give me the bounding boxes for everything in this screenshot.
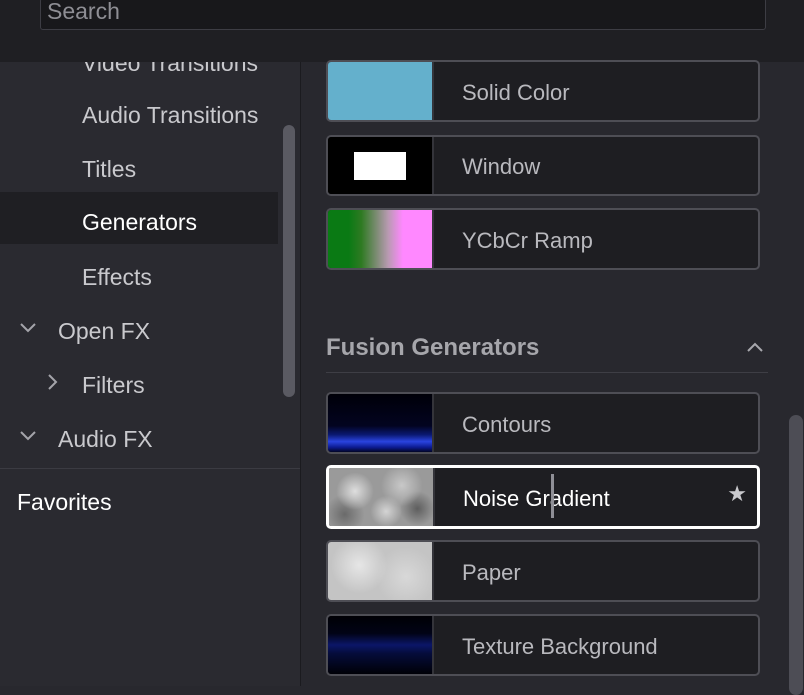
item-label: Solid Color <box>462 80 570 105</box>
item-label: Texture Background <box>462 634 658 659</box>
sidebar-item-effects[interactable]: Effects <box>0 252 278 304</box>
chevron-down-icon[interactable] <box>19 427 37 445</box>
section-title: Fusion Generators <box>326 334 540 361</box>
sidebar-item-titles[interactable]: Titles <box>0 144 278 196</box>
sidebar-item-label: Audio Transitions <box>82 102 259 128</box>
search-input[interactable]: Search <box>40 0 766 30</box>
chevron-down-icon[interactable] <box>19 319 37 337</box>
list-item-ycbcr-ramp[interactable]: YCbCr Ramp <box>326 208 760 270</box>
ycbcr-ramp-thumbnail <box>328 210 434 268</box>
main-scrollbar[interactable] <box>789 415 803 695</box>
list-item-solid-color[interactable]: Solid Color <box>326 60 760 122</box>
item-label: YCbCr Ramp <box>462 228 593 253</box>
text-cursor <box>551 474 554 518</box>
chevron-up-icon[interactable] <box>744 336 766 358</box>
item-label: Window <box>462 154 541 179</box>
star-icon[interactable]: ★ <box>727 481 747 507</box>
list-item-noise-gradient[interactable]: Noise Gradient ★ <box>326 465 760 529</box>
sidebar-item-label: Audio FX <box>58 426 153 452</box>
top-bar: Search <box>0 0 804 62</box>
sidebar-item-audio-fx[interactable]: Audio FX <box>0 414 278 466</box>
texture-thumbnail <box>328 616 434 674</box>
sidebar-item-label: Titles <box>82 156 137 182</box>
sidebar-item-open-fx[interactable]: Open FX <box>0 306 278 358</box>
section-divider <box>326 372 768 373</box>
list-item-window[interactable]: Window <box>326 135 760 196</box>
sidebar-item-generators[interactable]: Generators <box>0 192 278 244</box>
list-item-texture-background[interactable]: Texture Background <box>326 614 760 676</box>
sidebar-item-label: Generators <box>82 209 198 235</box>
favorites-label[interactable]: Favorites <box>17 489 112 516</box>
sidebar-list: Video Transitions Audio Transitions Titl… <box>0 62 278 468</box>
item-label: Noise Gradient <box>463 486 610 511</box>
paper-thumbnail <box>328 542 434 600</box>
sidebar-scrollbar[interactable] <box>283 125 295 397</box>
sidebar-item-label: Open FX <box>58 318 151 344</box>
sidebar: Video Transitions Audio Transitions Titl… <box>0 62 301 686</box>
list-item-contours[interactable]: Contours <box>326 392 760 454</box>
list-item-paper[interactable]: Paper <box>326 540 760 602</box>
contours-thumbnail <box>328 394 434 452</box>
window-thumbnail <box>328 137 434 194</box>
sidebar-item-audio-transitions[interactable]: Audio Transitions <box>0 90 278 142</box>
noise-thumbnail <box>329 468 435 526</box>
sidebar-item-label: Effects <box>82 264 152 290</box>
search-placeholder: Search <box>47 0 120 24</box>
item-label: Contours <box>462 412 552 437</box>
divider <box>0 468 300 469</box>
solid-color-thumbnail <box>328 62 434 120</box>
sidebar-item-filters[interactable]: Filters <box>0 360 278 412</box>
sidebar-item-label: Filters <box>82 372 145 398</box>
generators-list: Solid Color Window YCbCr Ramp Fusion Gen… <box>301 60 804 695</box>
sidebar-item-video-transitions[interactable]: Video Transitions <box>0 62 278 90</box>
sidebar-item-label: Video Transitions <box>82 62 259 76</box>
item-label: Paper <box>462 560 521 585</box>
chevron-right-icon[interactable] <box>44 373 62 391</box>
